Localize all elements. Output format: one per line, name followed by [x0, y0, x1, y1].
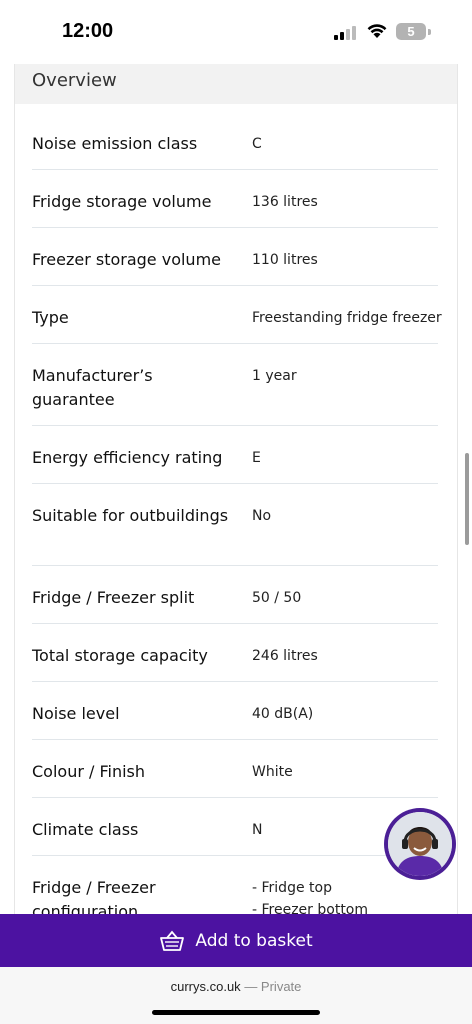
spec-value: E	[252, 450, 261, 466]
spec-row: Fridge / Freezer split 50 / 50	[32, 566, 438, 624]
home-indicator[interactable]	[152, 1010, 320, 1015]
spec-label: Climate class	[32, 820, 139, 839]
spec-list: Noise emission class C Fridge storage vo…	[32, 112, 442, 938]
wifi-icon	[367, 24, 387, 38]
status-time: 12:00	[62, 20, 114, 42]
spec-label: Type	[32, 308, 69, 327]
spec-label: Suitable for outbuildings	[32, 506, 229, 525]
spec-label: Total storage capacity	[32, 646, 208, 665]
battery-icon: 5	[396, 23, 426, 40]
spec-value: 136 litres	[252, 194, 318, 210]
spec-value: 110 litres	[252, 252, 318, 268]
spec-value: 1 year	[252, 368, 297, 384]
cellular-signal-icon	[334, 26, 360, 40]
spec-value: 50 / 50	[252, 590, 302, 606]
spec-label: Fridge storage volume	[32, 192, 212, 211]
spec-row: Manufacturer’s guarantee 1 year	[32, 344, 438, 426]
spec-row: Energy efficiency rating E	[32, 426, 438, 484]
avatar-icon	[388, 812, 452, 876]
browser-address-bar[interactable]: currys.co.uk — Private	[0, 967, 472, 1024]
spec-label: Noise emission class	[32, 134, 198, 153]
url-display[interactable]: currys.co.uk — Private	[0, 979, 472, 994]
overview-header[interactable]: Overview	[15, 64, 457, 104]
spec-label: Fridge / Freezer split	[32, 588, 195, 607]
spec-row: Total storage capacity 246 litres	[32, 624, 438, 682]
spec-row: Suitable for outbuildings No	[32, 484, 438, 566]
spec-value: C	[252, 136, 262, 152]
spec-value: No	[252, 508, 272, 524]
overview-title: Overview	[32, 70, 117, 91]
url-domain: currys.co.uk	[170, 979, 241, 994]
spec-value: Freestanding fridge freezer	[252, 310, 442, 326]
spec-row: Freezer storage volume 110 litres	[32, 228, 438, 286]
spec-row: Fridge storage volume 136 litres	[32, 170, 438, 228]
spec-label: Colour / Finish	[32, 762, 146, 781]
add-to-basket-label: Add to basket	[195, 930, 313, 951]
spec-row: Colour / Finish White	[32, 740, 438, 798]
spec-label: Noise level	[32, 704, 120, 723]
spec-value: 246 litres	[252, 648, 318, 664]
battery-tip	[428, 29, 431, 35]
spec-row: Noise emission class C	[32, 112, 438, 170]
status-bar: 12:00 5	[0, 0, 472, 64]
basket-icon	[160, 930, 185, 951]
spec-label: Energy efficiency rating	[32, 448, 223, 467]
spec-row: Climate class N	[32, 798, 438, 856]
spec-row: Type Freestanding fridge freezer	[32, 286, 442, 344]
private-mode-label: — Private	[244, 979, 302, 994]
spec-label: Freezer storage volume	[32, 250, 221, 269]
spec-label: Manufacturer’s guarantee	[32, 366, 153, 409]
spec-value: 40 dB(A)	[252, 706, 314, 722]
add-to-basket-button[interactable]: Add to basket	[0, 914, 472, 967]
spec-row: Noise level 40 dB(A)	[32, 682, 438, 740]
scrollbar-thumb[interactable]	[465, 453, 469, 545]
spec-value: White	[252, 764, 293, 780]
chat-assistant-avatar[interactable]	[384, 808, 456, 880]
